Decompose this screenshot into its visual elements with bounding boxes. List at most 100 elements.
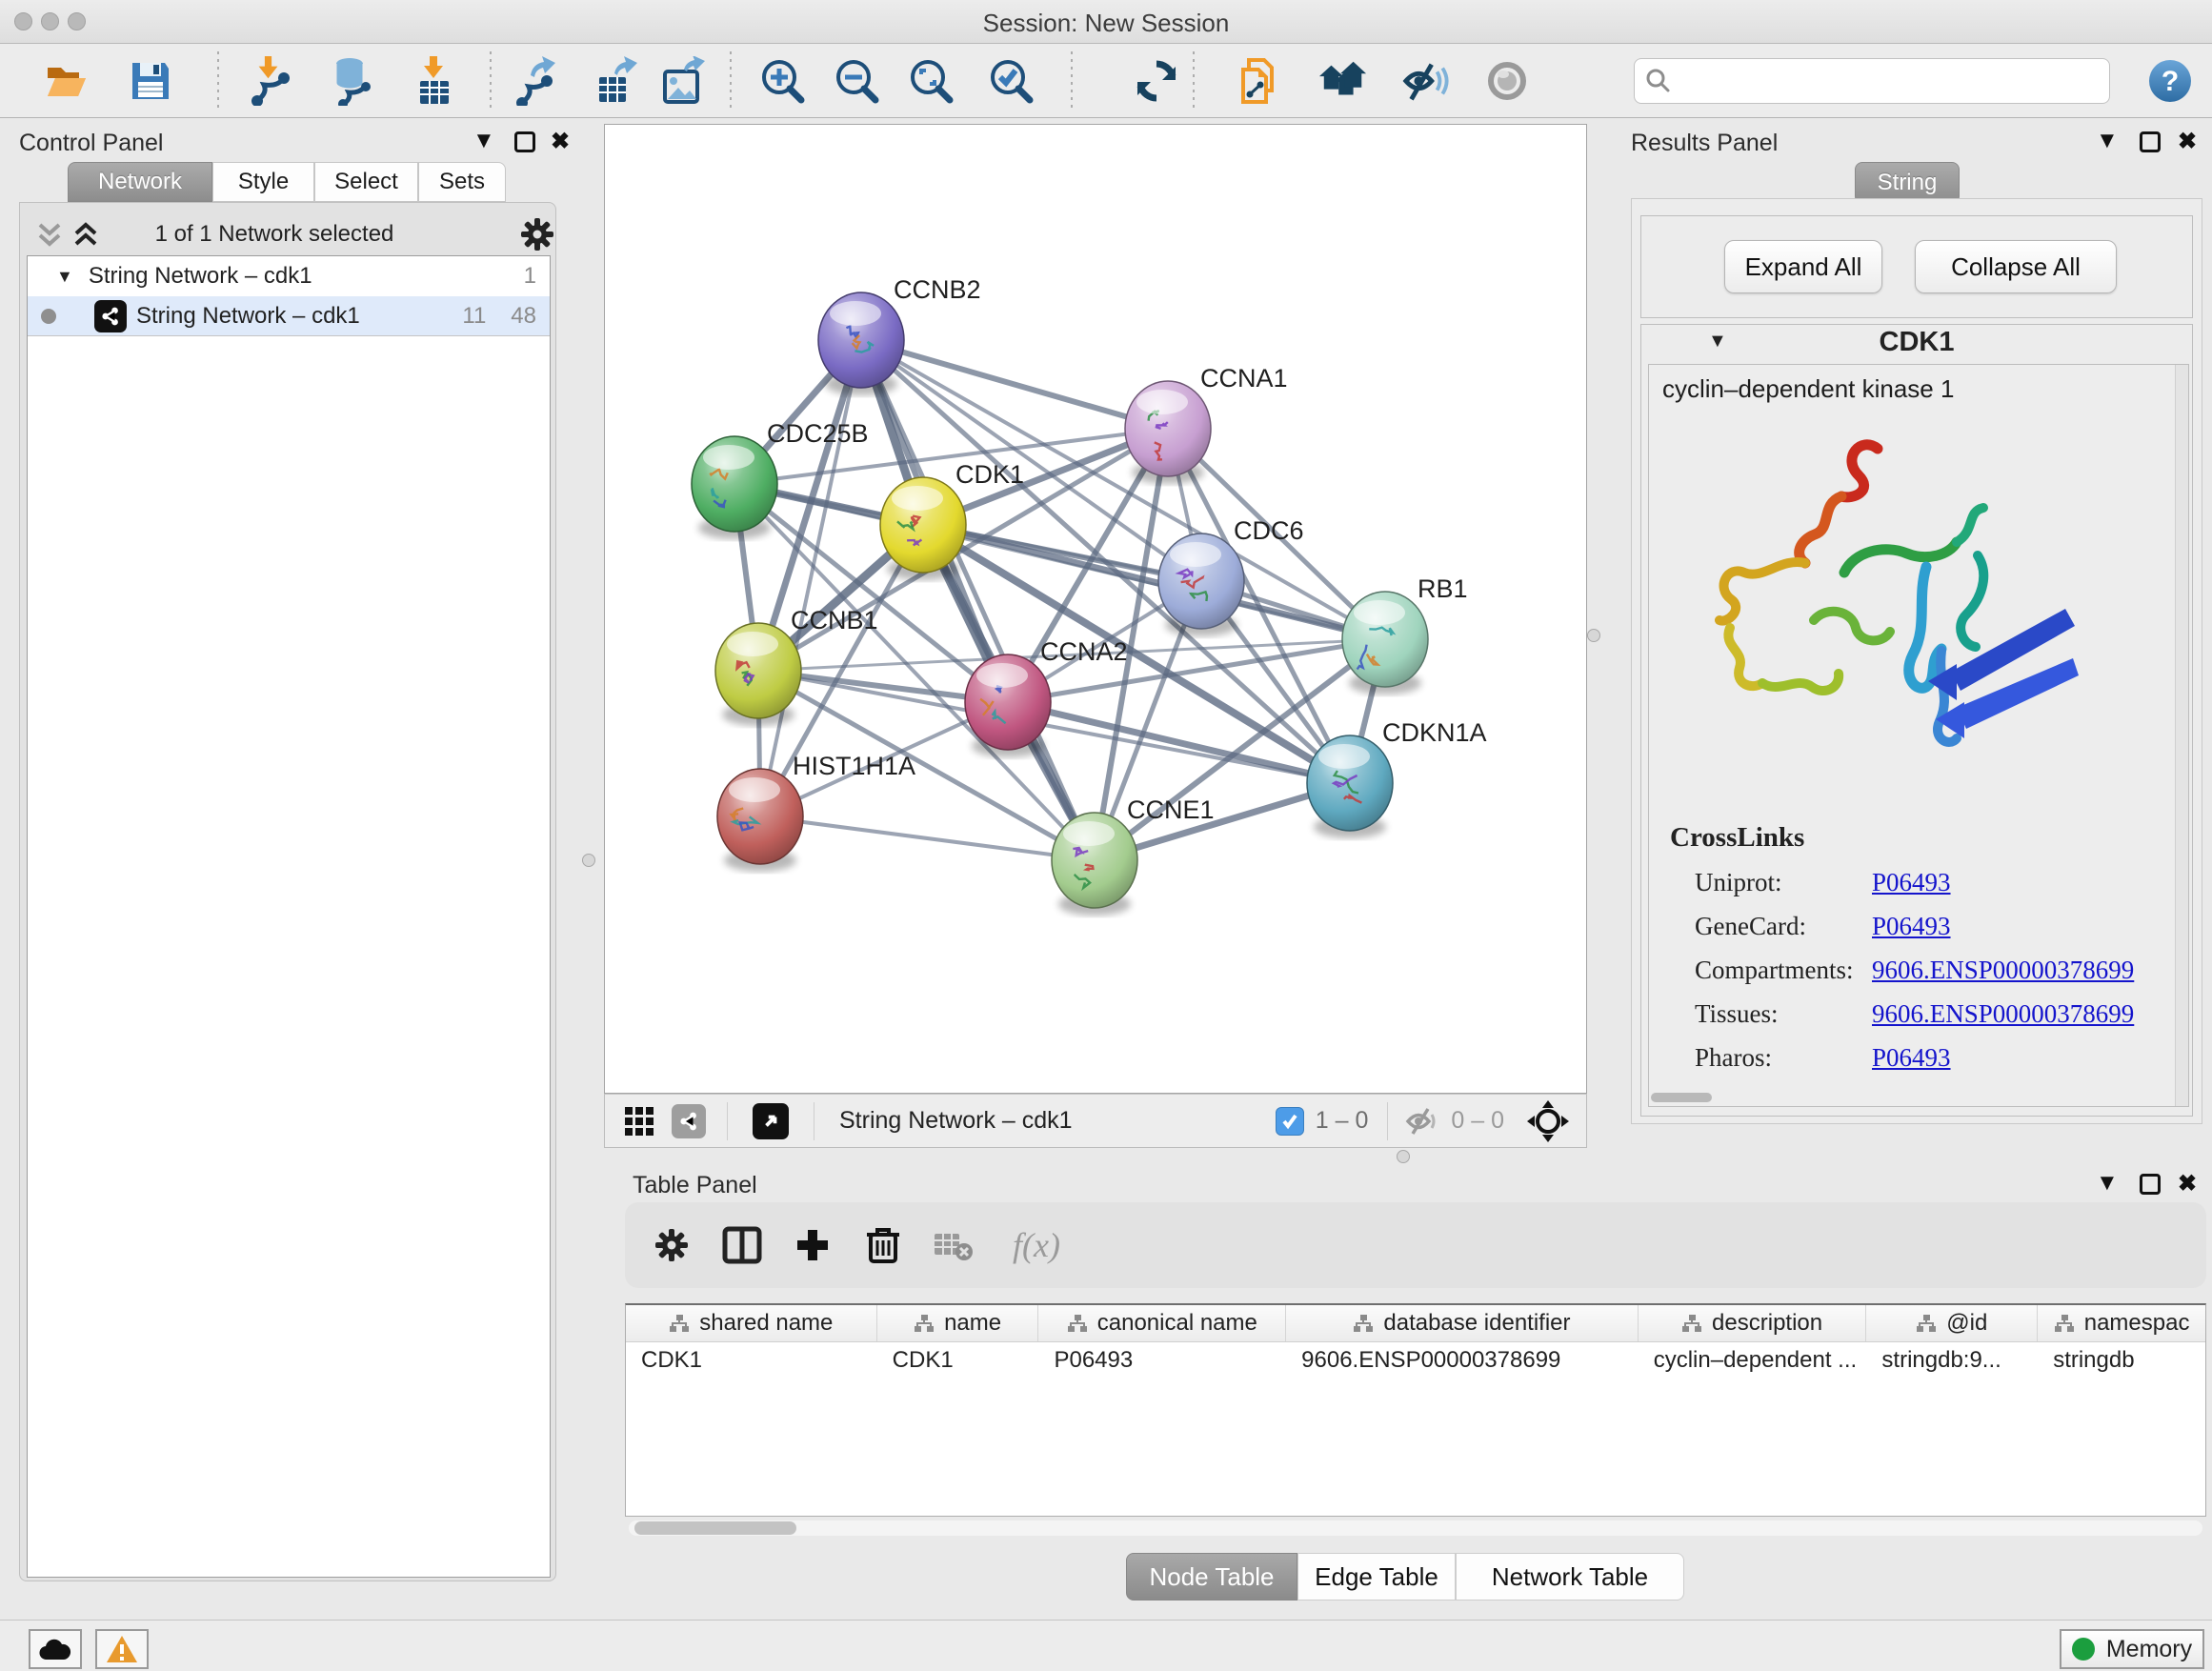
show-hidden-button[interactable]	[1482, 56, 1532, 106]
help-button[interactable]: ?	[2145, 56, 2195, 106]
add-column-button[interactable]	[777, 1217, 848, 1274]
network-row-selected[interactable]: String Network – cdk1 11 48	[28, 296, 550, 336]
zoom-fit-button[interactable]	[907, 56, 956, 106]
delete-table-button[interactable]	[918, 1217, 989, 1274]
export-table-button[interactable]	[593, 56, 642, 106]
refresh-layout-button[interactable]	[1132, 56, 1181, 106]
collapse-panel-icon[interactable]: ▼	[2096, 128, 2119, 154]
edge-HIST1H1A-CCNE1[interactable]	[760, 816, 1095, 860]
cell-shared-name[interactable]: CDK1	[626, 1342, 877, 1379]
node-CDC6[interactable]	[1158, 534, 1244, 636]
crosslink-link[interactable]: P06493	[1872, 1043, 1951, 1073]
column-header-shared-name[interactable]: shared name	[626, 1305, 877, 1341]
collapse-all-button[interactable]: Collapse All	[1915, 240, 2117, 293]
results-vertical-scrollbar[interactable]	[2175, 365, 2188, 1106]
column-header-description[interactable]: description	[1639, 1305, 1867, 1341]
crosslink-link[interactable]: 9606.ENSP00000378699	[1872, 956, 2134, 985]
cell-id[interactable]: stringdb:9...	[1866, 1342, 2038, 1379]
zoom-out-button[interactable]	[833, 56, 882, 106]
results-horizontal-scrollbar[interactable]	[1651, 1093, 1712, 1102]
network-collection-row[interactable]: ▼ String Network – cdk1 1	[28, 256, 550, 296]
zoom-in-button[interactable]	[758, 56, 808, 106]
float-panel-icon[interactable]	[2140, 131, 2161, 152]
cell-database-identifier[interactable]: 9606.ENSP00000378699	[1286, 1342, 1639, 1379]
trash-icon	[865, 1225, 901, 1265]
delete-column-button[interactable]	[848, 1217, 918, 1274]
import-network-database-button[interactable]	[328, 56, 377, 106]
node-CDKN1A[interactable]	[1307, 735, 1393, 838]
collapse-panel-icon[interactable]: ▼	[473, 128, 495, 154]
column-header-id[interactable]: @id	[1866, 1305, 2038, 1341]
table-horizontal-scrollbar-track[interactable]	[629, 1520, 2202, 1536]
column-header-namespace[interactable]: namespac	[2038, 1305, 2205, 1341]
selected-nodes-checkbox[interactable]	[1276, 1107, 1304, 1136]
column-header-name[interactable]: name	[877, 1305, 1039, 1341]
collapse-panel-icon[interactable]: ▼	[2096, 1170, 2119, 1197]
cell-namespace[interactable]: stringdb	[2038, 1342, 2205, 1379]
cell-name[interactable]: CDK1	[877, 1342, 1039, 1379]
node-CDC25B[interactable]	[692, 436, 777, 539]
horizontal-splitter-handle[interactable]	[1397, 1150, 1410, 1163]
crosslink-link[interactable]: P06493	[1872, 868, 1951, 897]
cloud-button[interactable]	[29, 1629, 82, 1669]
float-panel-icon[interactable]	[2140, 1174, 2161, 1195]
node-CCNB2[interactable]	[818, 292, 904, 395]
edge-CCNB2-CCNE1[interactable]	[861, 340, 1095, 860]
close-panel-icon[interactable]: ✖	[2178, 128, 2197, 155]
cell-canonical-name[interactable]: P06493	[1038, 1342, 1286, 1379]
birds-eye-view-button[interactable]	[753, 1103, 789, 1139]
zoom-selected-button[interactable]	[987, 56, 1036, 106]
right-splitter-handle[interactable]	[1587, 629, 1600, 642]
table-settings-button[interactable]	[636, 1217, 707, 1274]
home-networks-button[interactable]	[1318, 56, 1368, 106]
table-horizontal-scrollbar-thumb[interactable]	[634, 1521, 796, 1535]
network-graph[interactable]: CDK1CCNB2CCNA1CDC25BCDC6RB1CCNB1CCNA2CDK…	[605, 125, 1586, 1093]
import-table-button[interactable]	[410, 56, 459, 106]
tree-expander-icon[interactable]: ▼	[56, 267, 73, 287]
left-splitter-handle[interactable]	[582, 854, 595, 867]
memory-button[interactable]: Memory	[2060, 1629, 2204, 1669]
fit-selected-crosshair-icon[interactable]	[1525, 1098, 1571, 1144]
clone-network-button[interactable]	[1235, 56, 1284, 106]
save-session-button[interactable]	[126, 56, 175, 106]
tab-select[interactable]: Select	[314, 162, 418, 202]
warning-button[interactable]	[95, 1629, 149, 1669]
function-builder-button[interactable]: f(x)	[989, 1217, 1084, 1274]
tab-network-table[interactable]: Network Table	[1456, 1553, 1684, 1601]
node-CCNA2[interactable]	[965, 654, 1051, 757]
float-panel-icon[interactable]	[514, 131, 535, 152]
tab-edge-table[interactable]: Edge Table	[1297, 1553, 1456, 1601]
close-panel-icon[interactable]: ✖	[2178, 1170, 2197, 1198]
crosslink-link[interactable]: P06493	[1872, 912, 1951, 941]
tab-sets[interactable]: Sets	[418, 162, 506, 202]
tab-network[interactable]: Network	[68, 162, 212, 202]
gear-icon[interactable]	[518, 215, 556, 253]
cell-description[interactable]: cyclin–dependent ...	[1639, 1342, 1867, 1379]
network-view-share-icon[interactable]	[672, 1104, 706, 1138]
node-RB1[interactable]	[1342, 592, 1428, 695]
hidden-eye-slash-icon[interactable]	[1405, 1107, 1439, 1136]
tab-node-table[interactable]: Node Table	[1126, 1553, 1297, 1601]
table-row[interactable]: CDK1 CDK1 P06493 9606.ENSP00000378699 cy…	[626, 1342, 2205, 1379]
node-HIST1H1A[interactable]	[717, 769, 803, 872]
grid-view-icon[interactable]	[624, 1106, 654, 1137]
export-network-button[interactable]	[513, 56, 562, 106]
node-CCNB1[interactable]	[715, 623, 801, 726]
node-CCNE1[interactable]	[1052, 813, 1137, 916]
column-header-canonical-name[interactable]: canonical name	[1038, 1305, 1286, 1341]
hide-selected-button[interactable]	[1400, 56, 1450, 106]
edge-CCNB2-HIST1H1A[interactable]	[760, 340, 861, 816]
import-network-file-button[interactable]	[246, 56, 295, 106]
search-input[interactable]	[1673, 68, 2082, 94]
crosslink-link[interactable]: 9606.ENSP00000378699	[1872, 999, 2134, 1029]
tab-style[interactable]: Style	[212, 162, 314, 202]
node-CCNA1[interactable]	[1125, 381, 1211, 484]
open-session-button[interactable]	[42, 56, 91, 106]
expand-all-button[interactable]: Expand All	[1724, 240, 1882, 293]
network-canvas[interactable]: CDK1CCNB2CCNA1CDC25BCDC6RB1CCNB1CCNA2CDK…	[604, 124, 1587, 1094]
close-panel-icon[interactable]: ✖	[551, 128, 570, 155]
select-columns-button[interactable]	[707, 1217, 777, 1274]
node-CDK1[interactable]	[880, 477, 966, 580]
export-image-button[interactable]	[659, 56, 709, 106]
column-header-database-identifier[interactable]: database identifier	[1286, 1305, 1639, 1341]
